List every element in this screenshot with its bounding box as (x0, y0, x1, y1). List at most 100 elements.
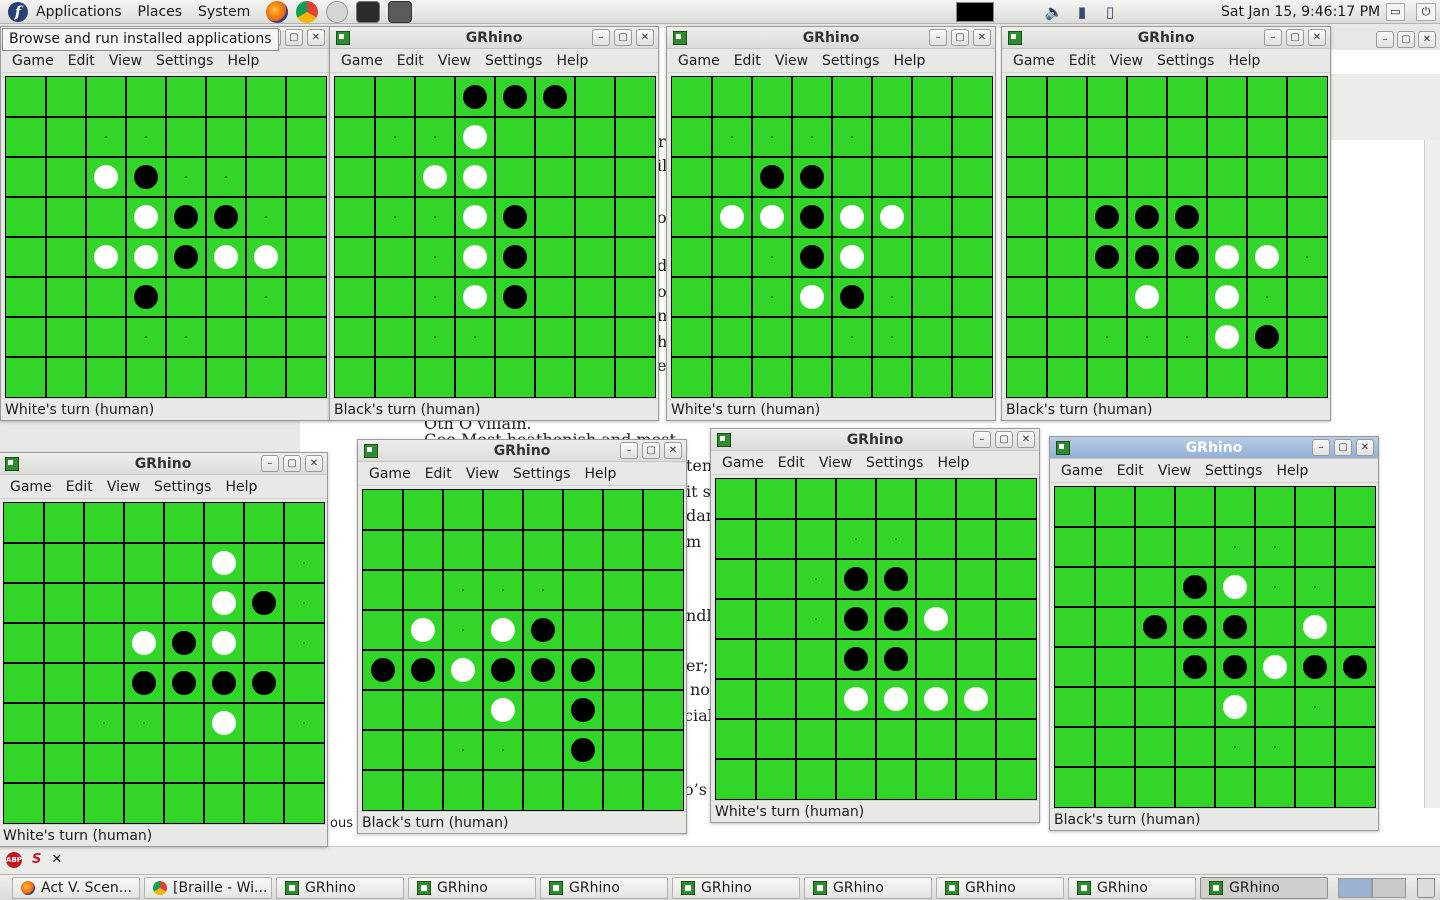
board-cell[interactable] (284, 663, 324, 703)
board-cell[interactable] (792, 357, 832, 397)
board-cell[interactable] (1135, 727, 1175, 767)
board-cell[interactable] (1127, 197, 1167, 237)
board-cell[interactable] (916, 759, 956, 799)
board-cell[interactable] (335, 197, 375, 237)
board-cell[interactable] (876, 719, 916, 759)
board-cell[interactable] (876, 759, 916, 799)
board-cell[interactable] (4, 503, 44, 543)
board-cell[interactable] (952, 77, 992, 117)
logout-icon[interactable]: ▭ (1386, 3, 1405, 21)
board-cell[interactable] (603, 730, 643, 770)
board-cell[interactable] (443, 650, 483, 690)
board-cell[interactable] (952, 317, 992, 357)
board-cell[interactable] (672, 317, 712, 357)
board-cell[interactable] (1135, 607, 1175, 647)
board-cell[interactable] (1215, 727, 1255, 767)
board-cell[interactable] (126, 157, 166, 197)
menu-edit[interactable]: Edit (61, 49, 102, 73)
board-cell[interactable] (672, 77, 712, 117)
board-cell[interactable] (1295, 687, 1335, 727)
board-cell[interactable] (756, 679, 796, 719)
maximize-button[interactable]: ▢ (614, 29, 632, 46)
board-cell[interactable] (615, 237, 655, 277)
board-cell[interactable] (956, 639, 996, 679)
board-cell[interactable] (916, 639, 956, 679)
board-cell[interactable] (832, 317, 872, 357)
menu-settings[interactable]: Settings (147, 475, 218, 499)
board-cell[interactable] (1007, 237, 1047, 277)
board-cell[interactable] (912, 317, 952, 357)
grhino-app-icon[interactable] (1056, 441, 1070, 455)
board-cell[interactable] (523, 770, 563, 810)
menu-view[interactable]: View (768, 49, 815, 73)
board-cell[interactable] (1055, 687, 1095, 727)
board-cell[interactable] (836, 639, 876, 679)
board-cell[interactable] (832, 157, 872, 197)
board-cell[interactable] (836, 719, 876, 759)
board-cell[interactable] (716, 759, 756, 799)
board-cell[interactable] (244, 583, 284, 623)
board-cell[interactable] (415, 157, 455, 197)
board-cell[interactable] (1175, 567, 1215, 607)
board-cell[interactable] (952, 277, 992, 317)
board-cell[interactable] (1095, 567, 1135, 607)
board-cell[interactable] (615, 277, 655, 317)
board-cell[interactable] (912, 197, 952, 237)
board-cell[interactable] (615, 317, 655, 357)
menu-game[interactable]: Game (1054, 459, 1110, 483)
grhino-window[interactable]: GRhino – ▢ ✕ Game Edit View Settings Help White's… (0, 452, 328, 847)
board-cell[interactable] (643, 610, 683, 650)
board-cell[interactable] (1255, 527, 1295, 567)
board-cell[interactable] (1135, 487, 1175, 527)
board-cell[interactable] (4, 783, 44, 823)
board-cell[interactable] (563, 530, 603, 570)
board-cell[interactable] (363, 570, 403, 610)
board-cell[interactable] (1127, 277, 1167, 317)
board-cell[interactable] (495, 117, 535, 157)
board-cell[interactable] (86, 77, 126, 117)
board-cell[interactable] (166, 317, 206, 357)
window-titlebar[interactable]: GRhino – ▢ ✕ (330, 27, 658, 49)
board-cell[interactable] (363, 530, 403, 570)
board-cell[interactable] (375, 117, 415, 157)
board-cell[interactable] (1207, 277, 1247, 317)
board-cell[interactable] (206, 157, 246, 197)
board-cell[interactable] (716, 719, 756, 759)
menu-settings[interactable]: Settings (859, 451, 930, 475)
board-cell[interactable] (1255, 767, 1295, 807)
board-cell[interactable] (956, 759, 996, 799)
menu-view[interactable]: View (431, 49, 478, 73)
othello-board[interactable] (671, 76, 993, 398)
board-cell[interactable] (1167, 277, 1207, 317)
board-cell[interactable] (284, 703, 324, 743)
addon-si-icon[interactable]: S (32, 852, 41, 867)
board-cell[interactable] (603, 570, 643, 610)
board-cell[interactable] (535, 197, 575, 237)
board-cell[interactable] (284, 783, 324, 823)
board-cell[interactable] (1255, 487, 1295, 527)
board-cell[interactable] (575, 157, 615, 197)
board-cell[interactable] (1007, 277, 1047, 317)
othello-board[interactable] (5, 76, 327, 398)
window-titlebar[interactable]: GRhino – ▢ ✕ (667, 27, 995, 49)
board-cell[interactable] (1055, 727, 1095, 767)
board-cell[interactable] (1095, 687, 1135, 727)
board-cell[interactable] (1215, 767, 1255, 807)
board-cell[interactable] (1007, 357, 1047, 397)
board-cell[interactable] (126, 357, 166, 397)
board-cell[interactable] (1167, 317, 1207, 357)
board-cell[interactable] (1095, 767, 1135, 807)
board-cell[interactable] (204, 623, 244, 663)
board-cell[interactable] (204, 583, 244, 623)
board-cell[interactable] (335, 117, 375, 157)
network-signal-icon[interactable]: ▮ (1072, 3, 1092, 21)
board-cell[interactable] (796, 679, 836, 719)
board-cell[interactable] (716, 679, 756, 719)
close-button[interactable]: ✕ (305, 455, 323, 472)
board-cell[interactable] (483, 490, 523, 530)
board-cell[interactable] (1135, 647, 1175, 687)
board-cell[interactable] (1287, 317, 1327, 357)
board-cell[interactable] (756, 639, 796, 679)
board-cell[interactable] (643, 730, 683, 770)
board-cell[interactable] (563, 730, 603, 770)
